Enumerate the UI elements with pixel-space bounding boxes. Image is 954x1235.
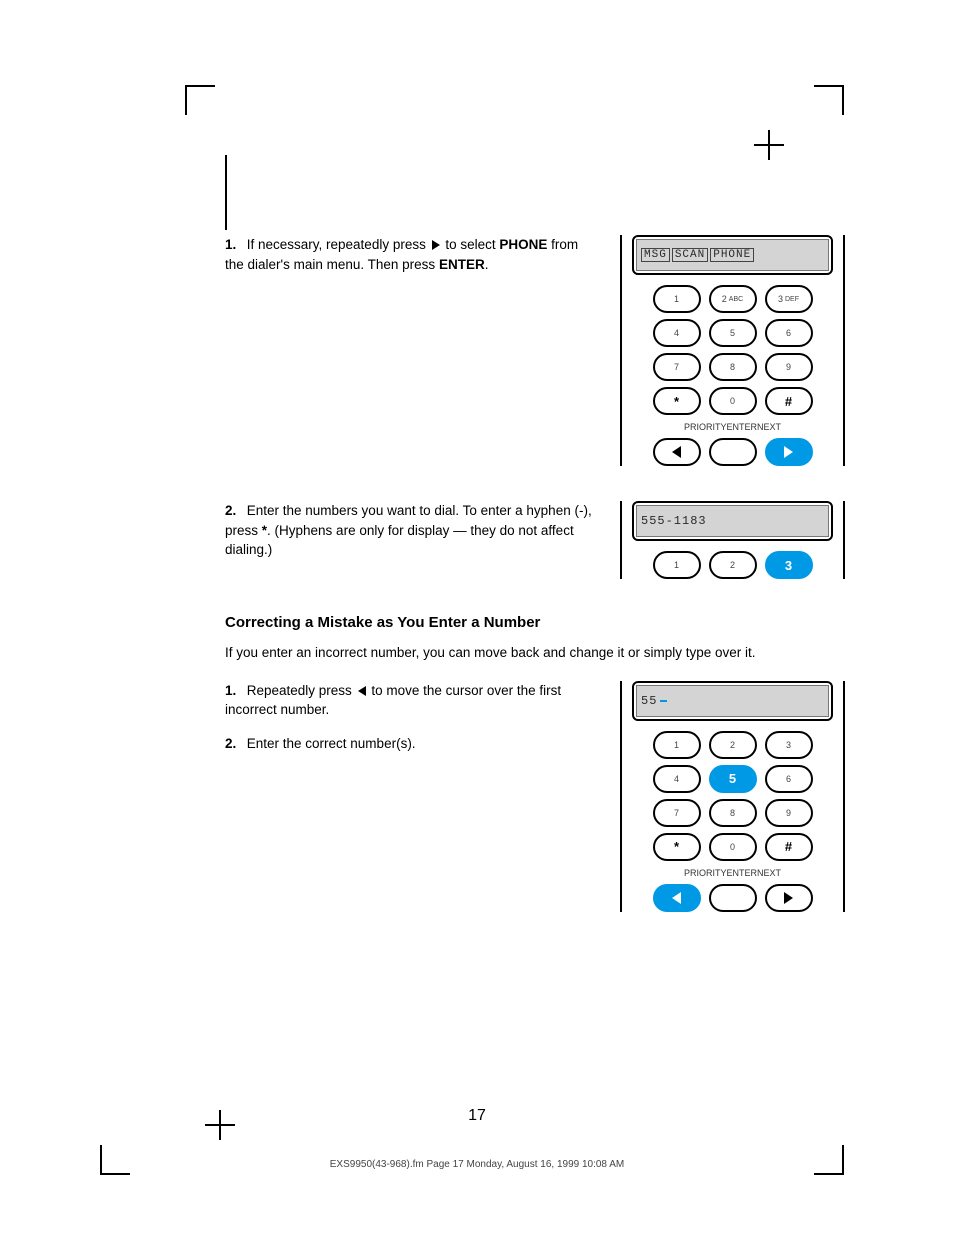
key-left[interactable]: [653, 438, 701, 466]
key-1[interactable]: 1: [653, 285, 701, 313]
key-star[interactable]: *: [653, 387, 701, 415]
key-1[interactable]: 1: [653, 551, 701, 579]
section-heading: Correcting a Mistake as You Enter a Numb…: [225, 614, 845, 631]
key-5[interactable]: 5: [709, 319, 757, 347]
key-2[interactable]: 2ABC: [709, 285, 757, 313]
key-hash[interactable]: #: [765, 387, 813, 415]
step-1-text: 1. If necessary, repeatedly press to sel…: [225, 235, 596, 274]
key-0[interactable]: 0: [709, 387, 757, 415]
figure-divider: [620, 235, 622, 466]
label-priority: PRIORITY: [684, 422, 727, 432]
cursor-icon: [660, 700, 667, 702]
step-2-text: 2. Enter the numbers you want to dial. T…: [225, 501, 596, 560]
figure-divider: [843, 235, 845, 466]
section-intro: If you enter an incorrect number, you ca…: [225, 643, 845, 663]
key-9[interactable]: 9: [765, 799, 813, 827]
key-5-highlighted[interactable]: 5: [709, 765, 757, 793]
footer-metadata: EXS9950(43-968).fm Page 17 Monday, Augus…: [0, 1159, 954, 1170]
header-tick: [225, 155, 227, 230]
key-7[interactable]: 7: [653, 799, 701, 827]
lcd-tab-scan: SCAN: [672, 248, 708, 262]
key-enter[interactable]: [709, 884, 757, 912]
key-left-highlighted[interactable]: [653, 884, 701, 912]
key-4[interactable]: 4: [653, 765, 701, 793]
crop-mark-tr: [814, 85, 844, 115]
key-6[interactable]: 6: [765, 319, 813, 347]
key-6[interactable]: 6: [765, 765, 813, 793]
key-2[interactable]: 2: [709, 551, 757, 579]
key-hash[interactable]: #: [765, 833, 813, 861]
correct-step-2: 2. Enter the correct number(s).: [225, 734, 596, 754]
page-number: 17: [0, 1107, 954, 1125]
key-9[interactable]: 9: [765, 353, 813, 381]
key-1[interactable]: 1: [653, 731, 701, 759]
key-3[interactable]: 3DEF: [765, 285, 813, 313]
key-enter[interactable]: [709, 438, 757, 466]
key-3[interactable]: 3: [765, 731, 813, 759]
lcd-display-menu: MSG SCAN PHONE: [632, 235, 833, 275]
lcd-tab-phone: PHONE: [710, 248, 754, 262]
key-3-highlighted[interactable]: 3: [765, 551, 813, 579]
key-4[interactable]: 4: [653, 319, 701, 347]
keypad-figure-1: 1 2ABC 3DEF 4 5 6 7 8 9: [632, 285, 833, 466]
correct-step-1: 1. Repeatedly press to move the cursor o…: [225, 681, 596, 720]
key-right-highlighted[interactable]: [765, 438, 813, 466]
key-0[interactable]: 0: [709, 833, 757, 861]
key-2[interactable]: 2: [709, 731, 757, 759]
key-8[interactable]: 8: [709, 799, 757, 827]
registration-cross-tr: [754, 130, 784, 160]
key-right[interactable]: [765, 884, 813, 912]
left-arrow-icon: [358, 686, 366, 696]
key-7[interactable]: 7: [653, 353, 701, 381]
key-star[interactable]: *: [653, 833, 701, 861]
label-enter: ENTER: [726, 422, 757, 432]
label-next: NEXT: [757, 422, 781, 432]
lcd-display-cursor: 55: [632, 681, 833, 721]
key-8[interactable]: 8: [709, 353, 757, 381]
lcd-tab-msg: MSG: [641, 248, 670, 262]
right-arrow-icon: [432, 240, 440, 250]
lcd-display-number: 555-1183: [632, 501, 833, 541]
crop-mark-tl: [185, 85, 215, 115]
keypad-figure-3: 1 2 3 4 5 6 7 8 9: [632, 731, 833, 912]
keypad-figure-2: 1 2 3: [632, 551, 833, 579]
